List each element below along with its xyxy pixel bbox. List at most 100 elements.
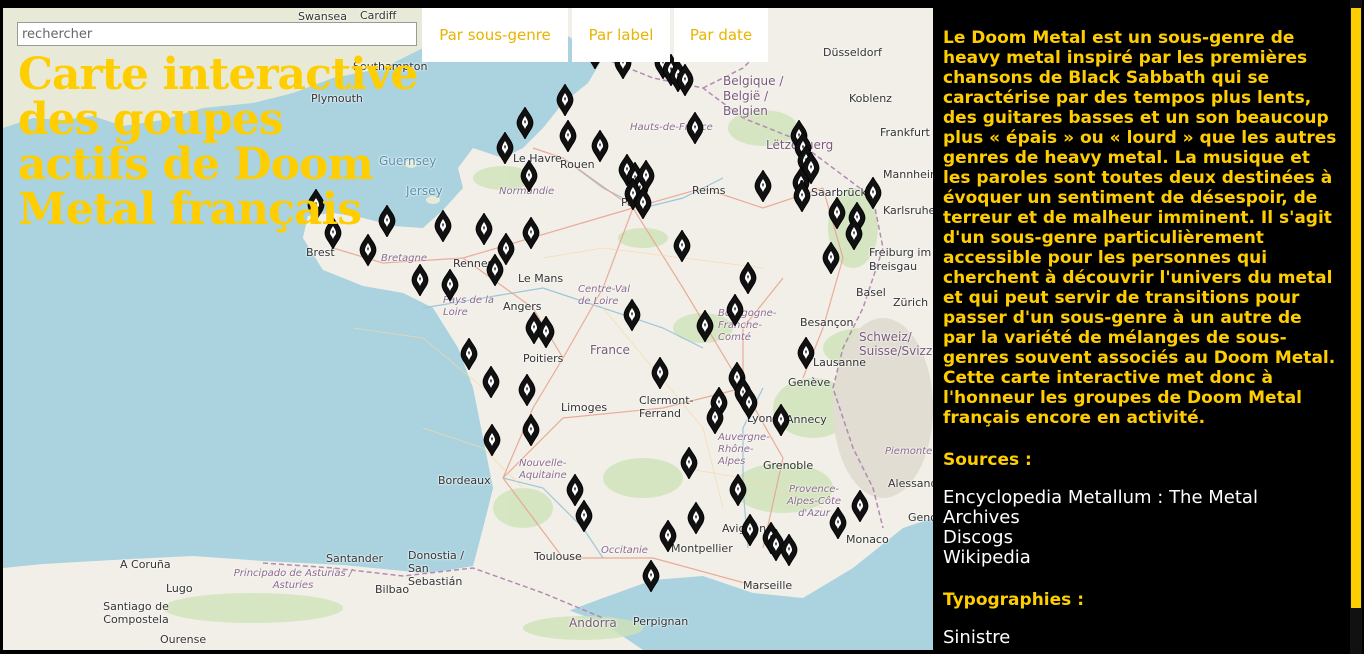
band-marker[interactable] bbox=[522, 217, 540, 249]
band-marker[interactable] bbox=[537, 316, 555, 348]
band-marker[interactable] bbox=[729, 474, 747, 506]
band-marker[interactable] bbox=[520, 160, 538, 192]
band-marker[interactable] bbox=[696, 310, 714, 342]
band-marker[interactable] bbox=[486, 254, 504, 286]
label-donostia: Donostia / San Sebastián bbox=[408, 549, 464, 588]
band-marker[interactable] bbox=[575, 500, 593, 532]
band-marker[interactable] bbox=[797, 337, 815, 369]
band-marker[interactable] bbox=[680, 447, 698, 479]
band-marker[interactable] bbox=[434, 210, 452, 242]
label-toulouse: Toulouse bbox=[534, 550, 582, 563]
typography-item: Sinistre bbox=[943, 627, 1011, 648]
label-france: France bbox=[590, 343, 630, 357]
label-frankfurt: Frankfurt bbox=[880, 126, 930, 139]
panel-scrollbar-thumb[interactable] bbox=[1351, 8, 1361, 608]
label-le-mans: Le Mans bbox=[518, 272, 564, 285]
band-marker[interactable] bbox=[686, 112, 704, 144]
band-marker[interactable] bbox=[441, 269, 459, 301]
label-piemonte: Piemonte bbox=[885, 446, 933, 457]
band-marker[interactable] bbox=[864, 177, 882, 209]
label-ourense: Ourense bbox=[160, 633, 207, 646]
label-besancon: Besançon bbox=[800, 316, 854, 329]
label-mannheim: Mannheim bbox=[883, 168, 933, 181]
typographies-list: Sinistre bbox=[943, 628, 1338, 648]
intro-text: Le Doom Metal est un sous-genre de heavy… bbox=[943, 28, 1337, 428]
band-marker[interactable] bbox=[496, 132, 514, 164]
band-marker[interactable] bbox=[851, 490, 869, 522]
label-lugo: Lugo bbox=[166, 582, 193, 595]
band-marker[interactable] bbox=[741, 514, 759, 546]
label-belgique: Belgique / België / Belgien bbox=[723, 74, 784, 118]
band-marker[interactable] bbox=[739, 262, 757, 294]
label-geneve: Genève bbox=[788, 376, 831, 389]
band-marker[interactable] bbox=[411, 264, 429, 296]
band-marker[interactable] bbox=[460, 338, 478, 370]
label-a-coruna: A Coruña bbox=[120, 558, 171, 571]
band-marker[interactable] bbox=[516, 107, 534, 139]
label-clermont: Clermont-Ferrand bbox=[639, 394, 694, 420]
label-lausanne: Lausanne bbox=[813, 356, 867, 369]
band-marker[interactable] bbox=[475, 213, 493, 245]
sources-list: Encyclopedia Metallum : The Metal Archiv… bbox=[943, 488, 1338, 568]
page-title: Carte interactive des goupes actifs de D… bbox=[18, 49, 418, 235]
label-annecy: Annecy bbox=[786, 413, 827, 426]
label-reims: Reims bbox=[692, 184, 726, 197]
label-auvergne: Auvergne-Rhône-Alpes bbox=[718, 432, 770, 467]
band-marker[interactable] bbox=[706, 402, 724, 434]
band-marker[interactable] bbox=[822, 242, 840, 274]
band-marker[interactable] bbox=[754, 170, 772, 202]
label-alessandria: Alessandria bbox=[888, 477, 933, 490]
band-marker[interactable] bbox=[623, 299, 641, 331]
band-marker[interactable] bbox=[522, 414, 540, 446]
band-marker[interactable] bbox=[676, 64, 694, 96]
band-marker[interactable] bbox=[829, 507, 847, 539]
label-basel: Basel bbox=[856, 286, 886, 299]
search-input[interactable] bbox=[17, 22, 417, 46]
band-marker[interactable] bbox=[772, 404, 790, 436]
label-freiburg: Freiburg im Breisgau bbox=[869, 246, 932, 273]
band-marker[interactable] bbox=[518, 374, 536, 406]
label-dusseldorf: Düsseldorf bbox=[823, 46, 882, 59]
band-marker[interactable] bbox=[556, 84, 574, 116]
source-item: Discogs bbox=[943, 527, 1013, 548]
band-marker[interactable] bbox=[793, 180, 811, 212]
label-koblenz: Koblenz bbox=[849, 92, 892, 105]
band-marker[interactable] bbox=[651, 357, 669, 389]
label-genova: Genova bbox=[908, 511, 933, 524]
label-santiago: Santiago de Compostela bbox=[103, 600, 169, 626]
label-marseille: Marseille bbox=[743, 579, 793, 592]
typographies-heading: Typographies : bbox=[943, 590, 1084, 610]
band-marker[interactable] bbox=[673, 230, 691, 262]
band-marker[interactable] bbox=[359, 234, 377, 266]
label-santander: Santander bbox=[326, 552, 383, 565]
band-marker[interactable] bbox=[634, 187, 652, 219]
filter-by-label-button[interactable]: Par label bbox=[572, 8, 670, 62]
source-item: Wikipedia bbox=[943, 547, 1031, 568]
band-marker[interactable] bbox=[483, 424, 501, 456]
filter-by-date-button[interactable]: Par date bbox=[674, 8, 768, 62]
label-monaco: Monaco bbox=[846, 533, 889, 546]
band-marker[interactable] bbox=[845, 218, 863, 250]
label-schweiz: Schweiz/ Suisse/Svizzera bbox=[859, 330, 933, 358]
label-cardiff: Cardiff bbox=[360, 9, 397, 22]
label-bretagne: Bretagne bbox=[381, 253, 428, 264]
band-marker[interactable] bbox=[591, 130, 609, 162]
label-perpignan: Perpignan bbox=[633, 615, 689, 628]
band-marker[interactable] bbox=[740, 387, 758, 419]
label-montpellier: Montpellier bbox=[671, 542, 733, 555]
source-item: Encyclopedia Metallum : The Metal Archiv… bbox=[943, 487, 1258, 528]
label-rouen: Rouen bbox=[560, 158, 595, 171]
band-marker[interactable] bbox=[780, 534, 798, 566]
label-zurich: Zürich bbox=[893, 296, 929, 309]
band-marker[interactable] bbox=[828, 197, 846, 229]
band-marker[interactable] bbox=[559, 120, 577, 152]
band-marker[interactable] bbox=[659, 520, 677, 552]
band-marker[interactable] bbox=[642, 560, 660, 592]
filter-by-subgenre-button[interactable]: Par sous-genre bbox=[422, 8, 568, 62]
sources-heading: Sources : bbox=[943, 450, 1032, 470]
band-marker[interactable] bbox=[482, 366, 500, 398]
label-karlsruhe: Karlsruhe bbox=[883, 204, 933, 217]
band-marker[interactable] bbox=[726, 294, 744, 326]
label-bilbao: Bilbao bbox=[375, 583, 410, 596]
band-marker[interactable] bbox=[687, 502, 705, 534]
